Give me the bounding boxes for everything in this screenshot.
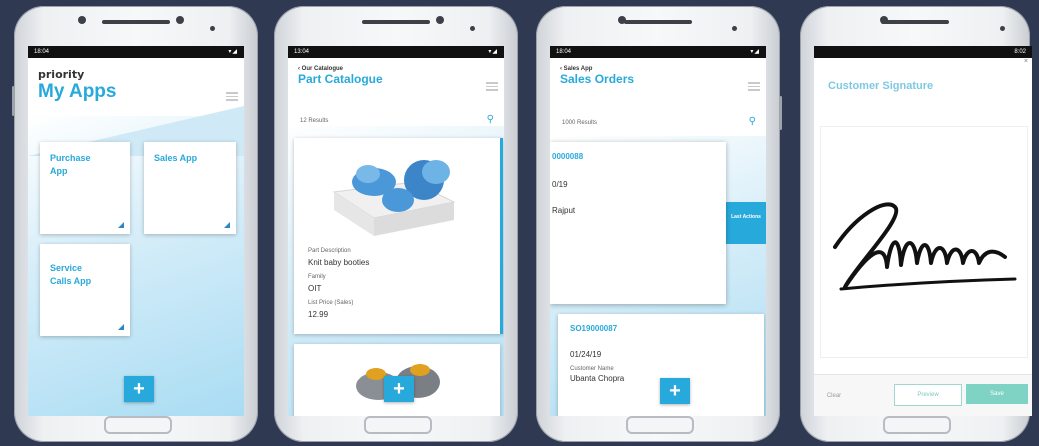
order-id: 0000088 xyxy=(552,152,584,161)
speaker xyxy=(362,20,430,24)
tile-label: Purchase App xyxy=(50,153,91,176)
customer-name: Rajput xyxy=(552,206,576,215)
page-title: Part Catalogue xyxy=(298,72,383,86)
sensor xyxy=(732,26,737,31)
status-bar: 18:04 ▾◢ xyxy=(28,46,244,58)
add-button[interactable]: + xyxy=(384,376,414,402)
field-label-family: Family xyxy=(308,274,326,280)
status-bar: 13:04 ▾◢ xyxy=(288,46,504,58)
screen: 8:02 × Customer Signature Clear Preview … xyxy=(814,46,1032,416)
field-value-list-price: 12.99 xyxy=(308,310,329,319)
sensor xyxy=(176,16,184,24)
status-time: 13:04 xyxy=(294,49,310,55)
status-time: 18:04 xyxy=(556,49,572,55)
tile-label: Sales App xyxy=(154,153,198,163)
tile-sales-app[interactable]: Sales App xyxy=(144,142,236,234)
signal-icon: ▾◢ xyxy=(228,49,238,55)
home-button[interactable] xyxy=(626,416,694,434)
field-value-family: OIT xyxy=(308,284,322,293)
signature-pad[interactable] xyxy=(820,126,1028,358)
status-time: 18:04 xyxy=(34,49,50,55)
screen: 13:04 ▾◢ ‹ Our Catalogue Part Catalogue … xyxy=(288,46,504,416)
catalogue-card[interactable]: Part Description Knit baby booties Famil… xyxy=(294,138,503,334)
field-label-part-description: Part Description xyxy=(308,248,351,254)
speaker xyxy=(881,20,949,24)
results-count: 1000 Results xyxy=(562,120,598,126)
menu-icon[interactable] xyxy=(748,80,760,92)
phone-my-apps: 18:04 ▾◢ priority My Apps Purchase App S… xyxy=(12,6,258,442)
save-button[interactable]: Save xyxy=(966,384,1028,404)
order-card-swiped[interactable]: 0000088 0/19 Rajput xyxy=(550,142,726,304)
field-label-list-price: List Price (Sales) xyxy=(308,300,354,306)
page-title: Customer Signature xyxy=(828,80,934,92)
front-camera xyxy=(880,16,888,24)
signal-icon: ▾◢ xyxy=(750,49,760,55)
filter-icon[interactable]: ⚲ xyxy=(487,114,494,125)
add-button[interactable]: + xyxy=(660,378,690,404)
phone-customer-signature: 8:02 × Customer Signature Clear Preview … xyxy=(800,6,1032,442)
add-button[interactable]: + xyxy=(124,376,154,402)
customer-name-label: Customer Name xyxy=(570,366,614,372)
menu-icon[interactable] xyxy=(226,90,238,102)
signature-drawing xyxy=(833,202,1017,291)
order-date: 01/24/19 xyxy=(570,350,602,359)
swipe-action-last-actions[interactable]: Last Actions xyxy=(726,202,766,244)
sensor xyxy=(436,16,444,24)
status-bar: 18:04 ▾◢ xyxy=(550,46,766,58)
order-date: 0/19 xyxy=(552,180,568,189)
front-camera xyxy=(618,16,626,24)
screen: 18:04 ▾◢ ‹ Sales App Sales Orders 1000 R… xyxy=(550,46,766,416)
order-id: SO19000087 xyxy=(570,324,618,333)
field-value-part-description: Knit baby booties xyxy=(308,258,370,267)
home-button[interactable] xyxy=(883,416,951,434)
page-title: Sales Orders xyxy=(560,72,635,86)
customer-name: Ubanta Chopra xyxy=(570,374,625,383)
phone-part-catalogue: 13:04 ▾◢ ‹ Our Catalogue Part Catalogue … xyxy=(274,6,518,442)
page-title: My Apps xyxy=(38,81,117,102)
brand-logo: priority xyxy=(38,68,85,81)
tile-purchase-app[interactable]: Purchase App xyxy=(40,142,130,234)
clear-button[interactable]: Clear xyxy=(822,386,846,406)
corner-icon xyxy=(224,222,230,228)
swipe-action-label: Last Actions xyxy=(731,214,761,220)
results-count: 12 Results xyxy=(300,118,329,124)
speaker xyxy=(102,20,170,24)
corner-icon xyxy=(118,222,124,228)
tile-label: Service Calls App xyxy=(50,263,92,286)
sensor xyxy=(210,26,215,31)
tile-service-calls-app[interactable]: Service Calls App xyxy=(40,244,130,336)
speaker xyxy=(624,20,692,24)
home-button[interactable] xyxy=(104,416,172,434)
menu-icon[interactable] xyxy=(486,80,498,92)
front-camera xyxy=(78,16,86,24)
preview-button[interactable]: Preview xyxy=(894,384,962,406)
status-bar: 8:02 xyxy=(814,46,1032,58)
power-button xyxy=(779,96,782,130)
screen: 18:04 ▾◢ priority My Apps Purchase App S… xyxy=(28,46,244,416)
sensor xyxy=(470,26,475,31)
close-icon[interactable]: × xyxy=(1024,58,1028,65)
product-image xyxy=(332,160,456,236)
sensor xyxy=(1000,26,1005,31)
phone-sales-orders: 18:04 ▾◢ ‹ Sales App Sales Orders 1000 R… xyxy=(536,6,782,442)
filter-icon[interactable]: ⚲ xyxy=(749,116,756,127)
volume-button xyxy=(12,86,15,116)
home-button[interactable] xyxy=(364,416,432,434)
corner-icon xyxy=(118,324,124,330)
status-time: 8:02 xyxy=(1014,49,1026,55)
signal-icon: ▾◢ xyxy=(488,49,498,55)
